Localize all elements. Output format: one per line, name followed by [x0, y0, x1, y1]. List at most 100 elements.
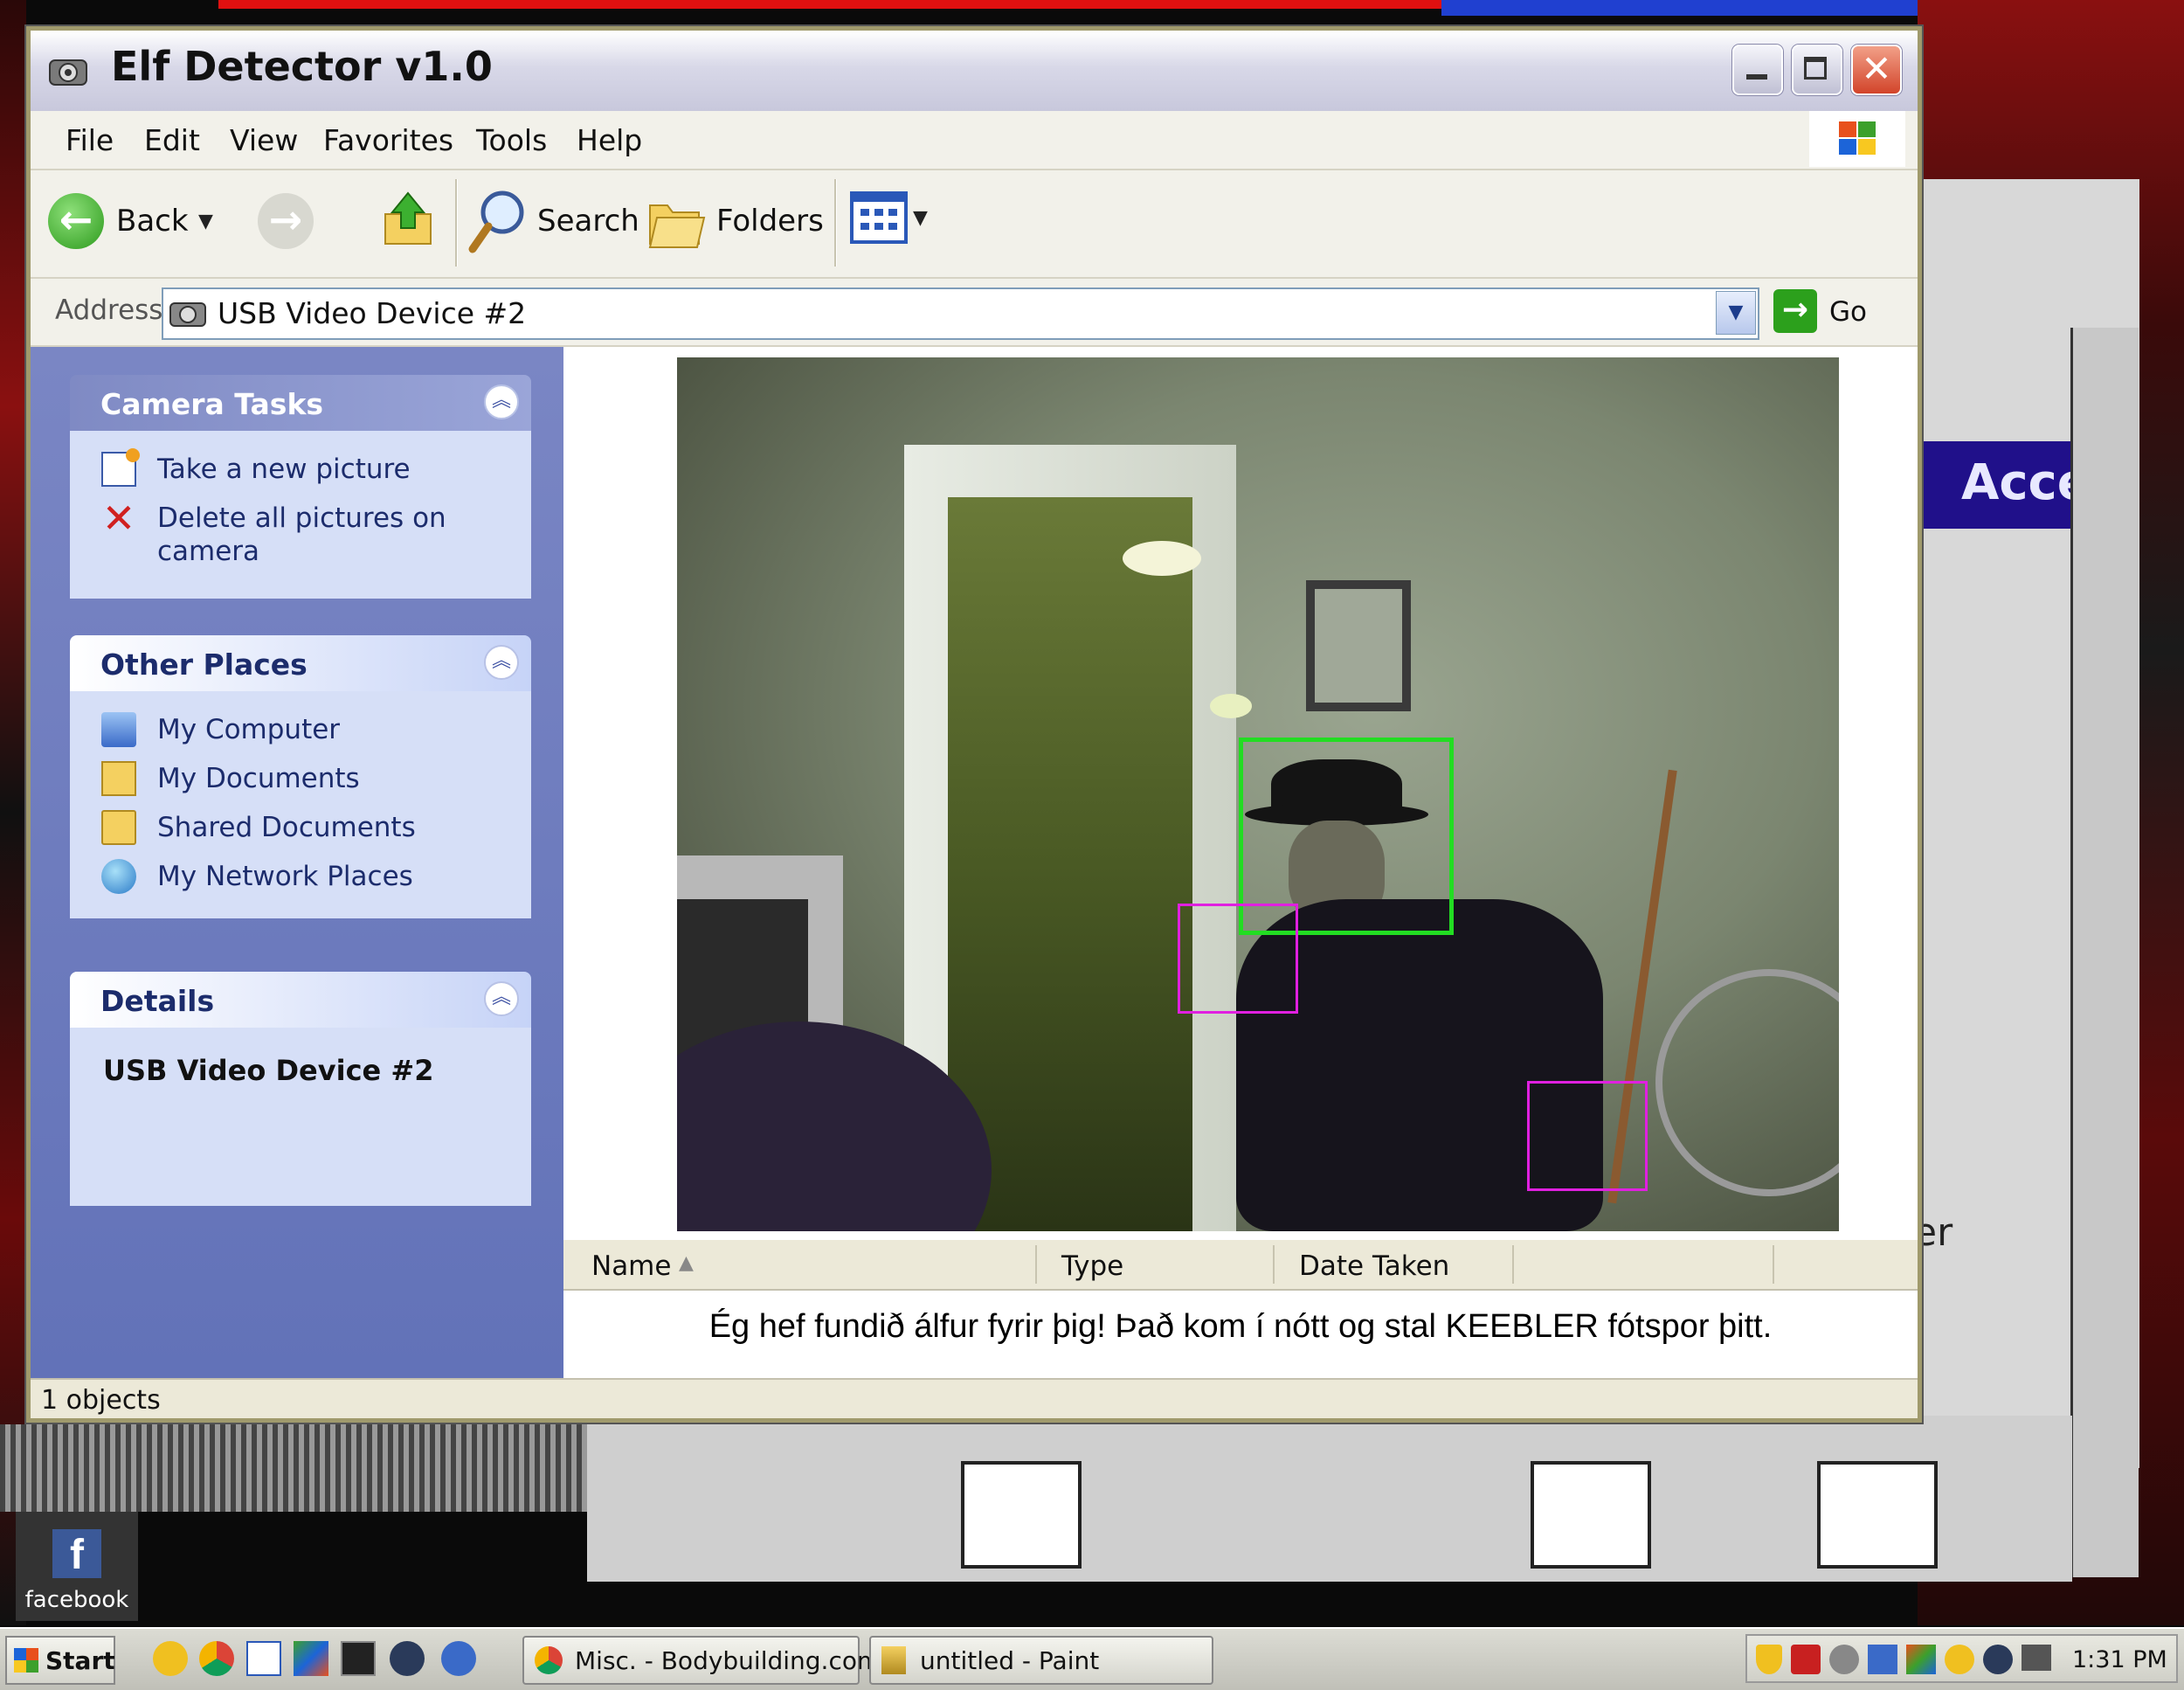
details-header[interactable]: Details ︽ — [70, 972, 531, 1028]
column-separator[interactable] — [1512, 1245, 1514, 1284]
toolbar: ← Back ▼ → Search Folders ▼ — [31, 170, 1918, 279]
address-dropdown-button[interactable]: ▼ — [1716, 291, 1756, 335]
go-arrow-icon: → — [1773, 289, 1817, 333]
address-input[interactable]: USB Video Device #2 ▼ — [162, 287, 1759, 340]
facebook-label: facebook — [24, 1587, 129, 1613]
windows-flag-icon — [14, 1648, 38, 1673]
task-label: Misc. - Bodybuilding.com ... — [575, 1646, 912, 1675]
camera-tasks-header[interactable]: Camera Tasks ︽ — [70, 375, 531, 431]
take-new-picture-label: Take a new picture — [157, 454, 411, 485]
search-button[interactable]: Search — [467, 183, 651, 261]
column-header-date-taken[interactable]: Date Taken — [1299, 1250, 1449, 1282]
column-separator[interactable] — [1273, 1245, 1275, 1284]
my-network-places-link[interactable]: My Network Places — [70, 854, 531, 903]
my-computer-link[interactable]: My Computer — [70, 707, 531, 756]
collapse-chevron-icon[interactable]: ︽ — [484, 384, 519, 419]
webcam-picture[interactable] — [677, 357, 1839, 1231]
other-places-header[interactable]: Other Places ︽ — [70, 635, 531, 691]
start-button[interactable]: Start — [5, 1636, 115, 1685]
address-bar: Address USB Video Device #2 ▼ → Go — [31, 279, 1918, 347]
up-folder-button[interactable] — [380, 188, 436, 249]
tray-app-icon[interactable] — [1868, 1645, 1897, 1674]
menu-tools[interactable]: Tools — [476, 123, 547, 157]
shared-documents-label: Shared Documents — [157, 812, 416, 843]
quick-launch-media-icon[interactable] — [441, 1641, 476, 1676]
quick-launch-paint-icon[interactable] — [294, 1641, 328, 1676]
views-button[interactable]: ▼ — [850, 191, 937, 251]
menu-file[interactable]: File — [66, 123, 114, 157]
folders-button[interactable]: Folders — [646, 183, 830, 261]
bicycle-wheel — [1655, 969, 1839, 1196]
my-network-places-label: My Network Places — [157, 861, 413, 892]
facebook-icon: f — [52, 1529, 101, 1578]
go-label: Go — [1829, 296, 1867, 328]
camera-tasks-title: Camera Tasks — [100, 387, 324, 421]
my-documents-link[interactable]: My Documents — [70, 756, 531, 805]
paint-icon — [881, 1646, 906, 1674]
column-header-type[interactable]: Type — [1061, 1250, 1123, 1282]
computer-icon — [101, 712, 136, 747]
back-dropdown-icon[interactable]: ▼ — [198, 211, 213, 232]
documents-icon — [101, 761, 136, 796]
other-places-title: Other Places — [100, 648, 308, 682]
window-title: Elf Detector v1.0 — [111, 43, 493, 90]
desktop-app-icon[interactable] — [1817, 1461, 1938, 1569]
network-icon[interactable] — [1791, 1645, 1821, 1674]
toolbar-separator — [455, 179, 458, 267]
tray-display-icon[interactable] — [2022, 1645, 2051, 1671]
desktop-app-icon[interactable] — [1531, 1461, 1651, 1569]
chevron-down-icon: ▼ — [1728, 301, 1744, 323]
collapse-chevron-icon[interactable]: ︽ — [484, 981, 519, 1016]
hallway — [948, 497, 1192, 1231]
minimize-button[interactable] — [1732, 45, 1783, 95]
volume-icon[interactable] — [1829, 1645, 1859, 1674]
desktop-app-icon[interactable] — [961, 1461, 1082, 1569]
back-label: Back — [116, 204, 189, 239]
quick-launch-webcam-icon[interactable] — [390, 1641, 425, 1676]
quick-launch-aim-icon[interactable] — [153, 1641, 188, 1676]
quick-launch-app-icon[interactable] — [341, 1641, 376, 1676]
system-tray: 1:31 PM — [1745, 1634, 2178, 1683]
go-button[interactable]: → Go — [1773, 286, 1878, 338]
up-folder-icon — [384, 191, 432, 245]
delete-all-pictures-link[interactable]: ✕ Delete all pictures on camera — [70, 495, 531, 567]
forward-button[interactable]: → — [258, 193, 314, 249]
column-separator[interactable] — [1035, 1245, 1037, 1284]
menu-favorites[interactable]: Favorites — [323, 123, 453, 157]
clock[interactable]: 1:31 PM — [2072, 1646, 2167, 1673]
details-panel: Details ︽ USB Video Device #2 — [70, 972, 531, 1206]
chrome-icon — [535, 1646, 563, 1674]
task-paint[interactable]: untitled - Paint — [869, 1636, 1213, 1685]
task-bodybuilding[interactable]: Misc. - Bodybuilding.com ... — [522, 1636, 912, 1685]
menu-help[interactable]: Help — [577, 123, 642, 157]
details-title: Details — [100, 984, 215, 1018]
column-headers: Name ▲ Type Date Taken — [563, 1240, 1918, 1291]
menu-edit[interactable]: Edit — [144, 123, 200, 157]
column-header-name[interactable]: Name — [591, 1250, 671, 1282]
quick-launch-chrome-icon[interactable] — [199, 1641, 234, 1676]
column-separator[interactable] — [1773, 1245, 1774, 1284]
menu-view[interactable]: View — [230, 123, 298, 157]
security-shield-icon[interactable] — [1756, 1645, 1782, 1674]
my-documents-label: My Documents — [157, 763, 360, 794]
delete-x-icon: ✕ — [101, 495, 136, 542]
camera-tasks-panel: Camera Tasks ︽ Take a new picture ✕ Dele… — [70, 375, 531, 599]
maximize-button[interactable] — [1792, 45, 1842, 95]
close-button[interactable]: ✕ — [1851, 45, 1902, 95]
facebook-shortcut[interactable]: f facebook — [16, 1512, 138, 1621]
collapse-chevron-icon[interactable]: ︽ — [484, 645, 519, 680]
quick-launch-app-icon[interactable] — [246, 1641, 281, 1676]
back-button[interactable]: ← Back ▼ — [48, 183, 214, 261]
views-dropdown-icon: ▼ — [913, 207, 928, 229]
tray-aim-icon[interactable] — [1945, 1645, 1974, 1674]
bg-red-bar — [218, 0, 1441, 9]
tray-webcam-icon[interactable] — [1983, 1645, 2013, 1674]
start-label: Start — [45, 1646, 115, 1675]
folder-icon — [101, 810, 136, 845]
shared-documents-link[interactable]: Shared Documents — [70, 805, 531, 854]
camera-icon — [49, 59, 87, 86]
hall-ceiling-light — [1123, 541, 1201, 576]
tray-app-icon[interactable] — [1906, 1645, 1936, 1674]
take-new-picture-link[interactable]: Take a new picture — [70, 447, 531, 495]
title-bar[interactable]: Elf Detector v1.0 ✕ — [31, 31, 1918, 111]
